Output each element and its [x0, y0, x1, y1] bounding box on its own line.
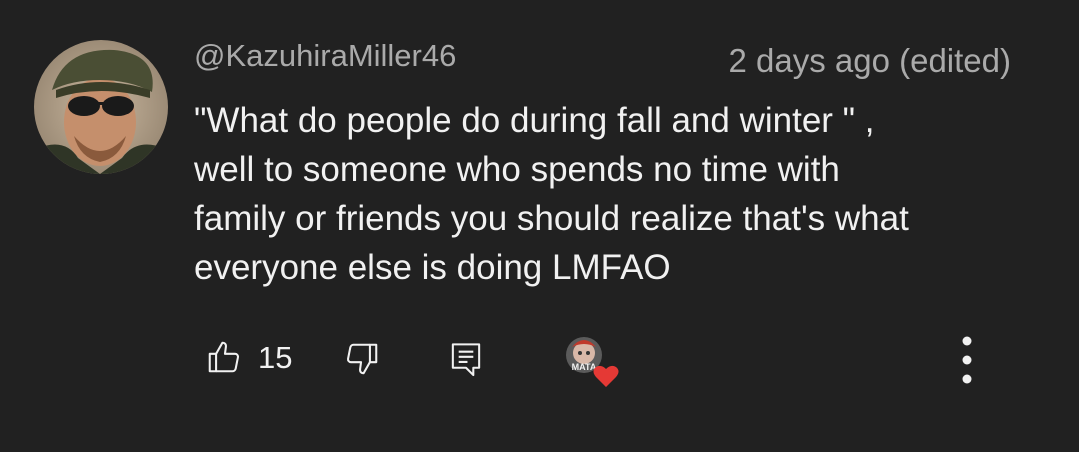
- author-avatar[interactable]: [34, 40, 168, 174]
- comment-actions: 15 MATA: [0, 325, 1079, 395]
- creator-heart-badge[interactable]: MATA: [560, 329, 622, 389]
- like-count: 15: [258, 340, 293, 375]
- comment-author[interactable]: @KazuhiraMiller46: [194, 38, 456, 74]
- dislike-button[interactable]: [343, 340, 381, 378]
- comment-text-line: well to someone who spends no time with: [194, 150, 840, 189]
- comment-thread: @KazuhiraMiller46 2 days ago (edited) "W…: [0, 0, 1079, 452]
- comment-text-line: family or friends you should realize tha…: [194, 199, 909, 238]
- thumbs-down-icon: [346, 343, 378, 375]
- comment-timestamp[interactable]: 2 days ago (edited): [728, 42, 1011, 80]
- comment-text: "What do people do during fall and winte…: [194, 96, 1024, 292]
- reply-button[interactable]: [448, 340, 484, 378]
- creator-heart-icon: MATA: [566, 337, 619, 387]
- comment-text-line: everyone else is doing LMFAO: [194, 248, 671, 287]
- like-button[interactable]: [205, 338, 243, 376]
- more-options-button[interactable]: [954, 331, 980, 389]
- comment-text-line: "What do people do during fall and winte…: [194, 101, 875, 140]
- creator-avatar-text: MATA: [572, 362, 597, 372]
- thumbs-up-icon: [208, 341, 240, 373]
- more-vertical-icon: [962, 336, 972, 384]
- reply-comment-icon: [451, 343, 481, 377]
